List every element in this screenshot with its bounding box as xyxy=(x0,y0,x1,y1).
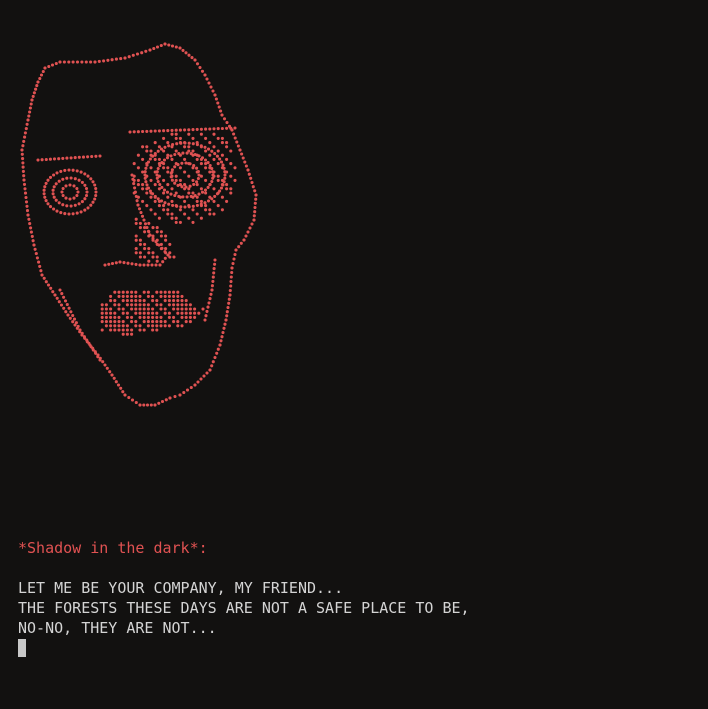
text-cursor[interactable] xyxy=(18,639,26,657)
dialogue-line: THE FORESTS THESE DAYS ARE NOT A SAFE PL… xyxy=(18,599,470,617)
ascii-face-portrait-icon xyxy=(20,42,258,407)
dialogue-line: LET ME BE YOUR COMPANY, MY FRIEND... xyxy=(18,579,344,597)
dialogue-box: LET ME BE YOUR COMPANY, MY FRIEND... THE… xyxy=(18,578,470,638)
terminal-screen: *Shadow in the dark*: LET ME BE YOUR COM… xyxy=(0,0,708,709)
dialogue-line: NO-NO, THEY ARE NOT... xyxy=(18,619,217,637)
speaker-name: *Shadow in the dark*: xyxy=(18,539,208,557)
